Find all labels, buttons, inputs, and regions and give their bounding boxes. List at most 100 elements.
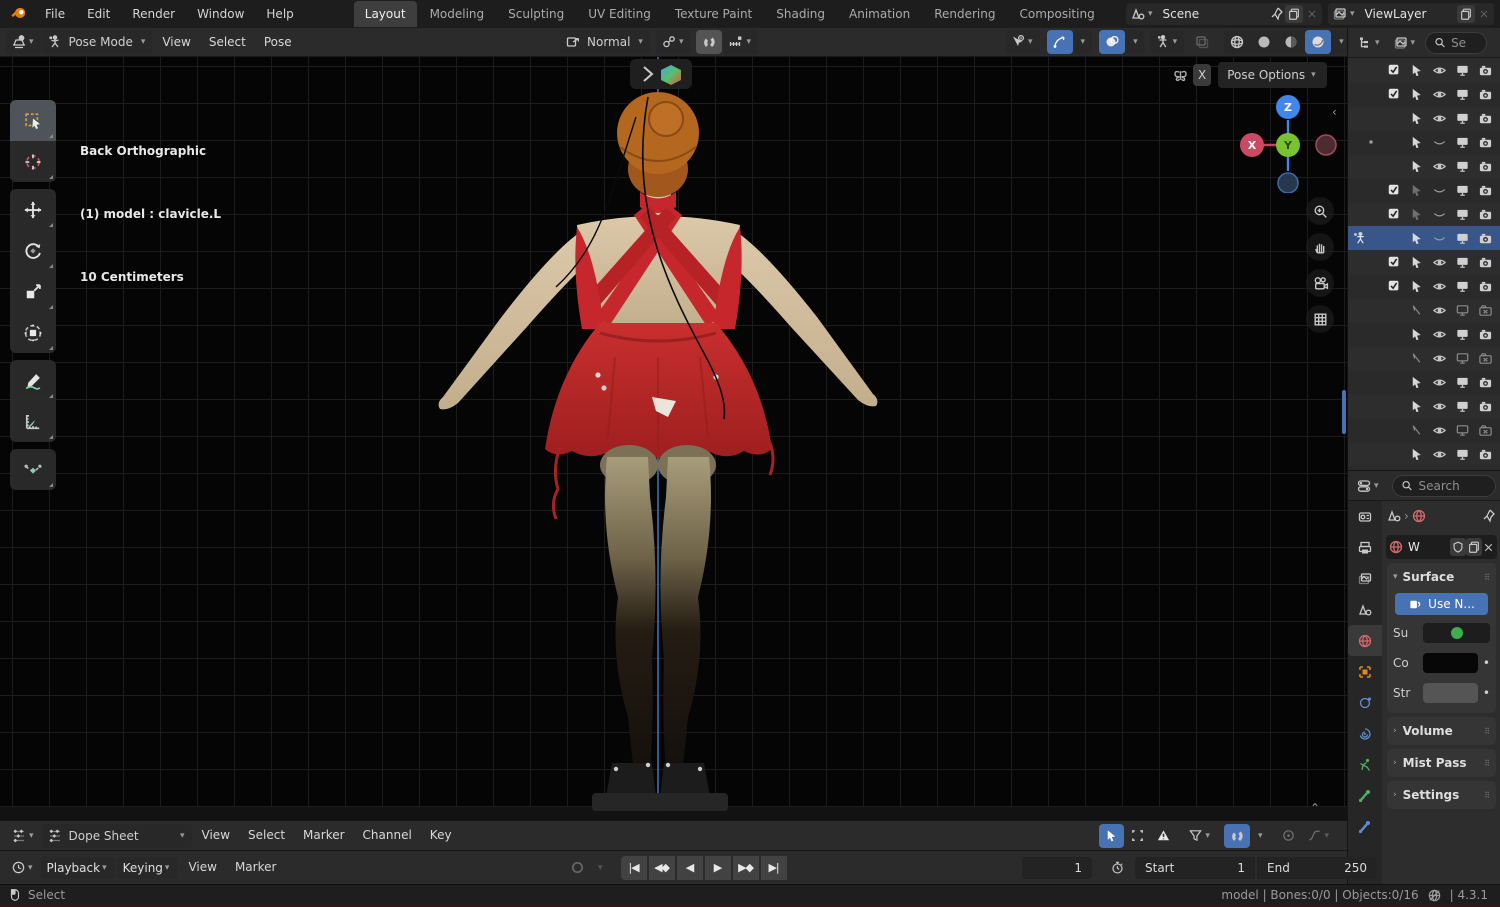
gizmos-toggle[interactable] (1046, 30, 1073, 54)
transform-tool[interactable] (10, 312, 56, 353)
outliner-row[interactable] (1348, 202, 1500, 226)
dope-snap-toggle[interactable] (1223, 823, 1250, 848)
selectable-toggle[interactable] (1405, 423, 1428, 438)
camera-view-button[interactable] (1306, 269, 1334, 297)
selectability-checkbox[interactable] (1382, 87, 1405, 101)
disable-viewport-monitor-toggle[interactable] (1451, 447, 1474, 462)
outliner-row[interactable] (1348, 130, 1500, 154)
disable-render-camera-toggle[interactable] (1474, 159, 1497, 174)
selectable-toggle[interactable] (1405, 375, 1428, 390)
new-viewlayer-icon[interactable] (1457, 5, 1475, 23)
workspace-tab-compositing[interactable]: Compositing (1008, 1, 1105, 27)
pivot-point-dropdown[interactable]: ▾ (655, 30, 691, 54)
disable-render-camera-toggle[interactable] (1474, 111, 1497, 126)
field-value-str[interactable] (1423, 683, 1478, 703)
outliner-row[interactable] (1348, 106, 1500, 130)
disable-viewport-monitor-toggle[interactable] (1451, 183, 1474, 198)
disable-render-camera-toggle[interactable] (1474, 447, 1497, 462)
xray-toggle[interactable] (1189, 30, 1215, 54)
errors-toggle[interactable] (1151, 824, 1176, 848)
workspace-tab-animation[interactable]: Animation (838, 1, 921, 27)
outliner-row[interactable] (1348, 154, 1500, 178)
selectable-toggle[interactable] (1405, 231, 1428, 246)
hide-viewport-eye-toggle[interactable] (1428, 255, 1451, 270)
selectable-toggle[interactable] (1405, 327, 1428, 342)
pose-breakdowner-tool[interactable] (10, 449, 56, 490)
current-frame-field[interactable]: 1 (1022, 856, 1092, 879)
menu-edit[interactable]: Edit (76, 0, 121, 28)
world-properties-tab[interactable] (1348, 625, 1382, 656)
selectability-checkbox[interactable] (1382, 63, 1405, 77)
disable-render-camera-toggle[interactable] (1474, 375, 1497, 390)
previous-keyframe-button[interactable]: ◀◆ (648, 855, 675, 880)
properties-editor-dropdown[interactable]: ▾ (1351, 474, 1386, 498)
disable-render-camera-toggle[interactable] (1474, 327, 1497, 342)
unlink-x-icon[interactable] (1482, 541, 1495, 554)
panel-drag-dots[interactable]: ⠿ (1484, 573, 1491, 582)
new-scene-icon[interactable] (1285, 5, 1303, 23)
workspace-tab-sculpting[interactable]: Sculpting (497, 1, 575, 27)
overlays-toggle[interactable] (1099, 30, 1126, 54)
world-datablock-name[interactable]: W (1404, 540, 1450, 554)
overlays-dropdown[interactable]: ▾ (1126, 30, 1145, 54)
viewport-menu-select[interactable]: Select (200, 28, 255, 57)
pose-options-dropdown[interactable]: Pose Options ▾ (1218, 62, 1327, 88)
hide-viewport-eye-toggle[interactable] (1428, 279, 1451, 294)
disable-viewport-monitor-toggle[interactable] (1451, 63, 1474, 78)
disable-viewport-monitor-toggle[interactable] (1451, 399, 1474, 414)
sidebar-expand-arrow[interactable]: ‹ (1332, 105, 1337, 119)
object-properties-tab[interactable] (1348, 656, 1382, 687)
box-select-tool[interactable] (10, 100, 56, 141)
move-tool[interactable] (10, 189, 56, 230)
delete-scene-icon[interactable] (1306, 8, 1318, 20)
disable-render-camera-toggle[interactable] (1474, 183, 1497, 198)
selectable-toggle[interactable] (1405, 447, 1428, 462)
disable-render-camera-toggle[interactable] (1474, 279, 1497, 294)
outliner-row[interactable] (1348, 226, 1500, 250)
selectable-toggle[interactable] (1405, 303, 1428, 318)
properties-search[interactable]: Search (1391, 474, 1496, 497)
filter-dropdown[interactable]: ▾ (1183, 824, 1217, 848)
use-preview-range-toggle[interactable] (1105, 856, 1130, 880)
play-reverse-button[interactable]: ◀ (676, 855, 703, 880)
dope-menu-key[interactable]: Key (421, 821, 461, 850)
timeline-menu-marker[interactable]: Marker (226, 853, 285, 882)
cursor-tool[interactable] (10, 141, 56, 182)
field-value-su[interactable] (1423, 623, 1490, 643)
render-properties-tab[interactable] (1348, 501, 1382, 532)
dope-menu-select[interactable]: Select (239, 821, 294, 850)
world-icon[interactable] (1411, 508, 1427, 524)
playback-dropdown[interactable]: Playback ▾ (40, 856, 115, 879)
constraints-properties-tab[interactable] (1348, 718, 1382, 749)
snap-toggle[interactable] (696, 30, 723, 54)
fake-user-shield-icon[interactable] (1450, 538, 1466, 556)
blender-logo-icon[interactable] (10, 5, 28, 23)
viewport-menu-pose[interactable]: Pose (255, 28, 301, 57)
hide-viewport-eye-toggle[interactable] (1428, 375, 1451, 390)
mode-dropdown[interactable]: Pose Mode ▾ (41, 30, 153, 54)
disable-render-camera-toggle[interactable] (1474, 135, 1497, 150)
dope-snap-dropdown[interactable]: ▾ (1251, 824, 1270, 848)
viewport-canvas[interactable]: Back Orthographic (1) model : clavicle.L… (0, 57, 1347, 820)
jump-to-end-button[interactable]: ▶| (760, 855, 787, 880)
outliner-row[interactable] (1348, 346, 1500, 370)
hide-viewport-eye-toggle[interactable] (1428, 423, 1451, 438)
keying-dropdown[interactable]: Keying ▾ (116, 856, 178, 879)
disable-viewport-monitor-toggle[interactable] (1451, 423, 1474, 438)
field-value-co[interactable] (1423, 653, 1478, 673)
menu-render[interactable]: Render (121, 0, 186, 28)
disable-viewport-monitor-toggle[interactable] (1451, 159, 1474, 174)
workspace-tab-texture-paint[interactable]: Texture Paint (664, 1, 763, 27)
selectable-toggle[interactable] (1405, 207, 1428, 222)
auto-key-dropdown[interactable]: ▾ (591, 856, 610, 880)
outliner-row[interactable] (1348, 82, 1500, 106)
output-properties-tab[interactable] (1348, 532, 1382, 563)
scene-selector[interactable]: ▾ Scene (1126, 3, 1322, 25)
falloff-dropdown[interactable]: ▾ (1302, 824, 1336, 848)
object-visibility-dropdown[interactable]: ▾ (1005, 30, 1040, 54)
editor-type-dropdown[interactable]: ▾ (6, 30, 41, 54)
end-frame-field[interactable]: End 250 (1257, 856, 1377, 879)
only-selected-toggle[interactable] (1099, 823, 1125, 848)
outliner-row[interactable] (1348, 178, 1500, 202)
hide-viewport-eye-toggle[interactable] (1428, 351, 1451, 366)
